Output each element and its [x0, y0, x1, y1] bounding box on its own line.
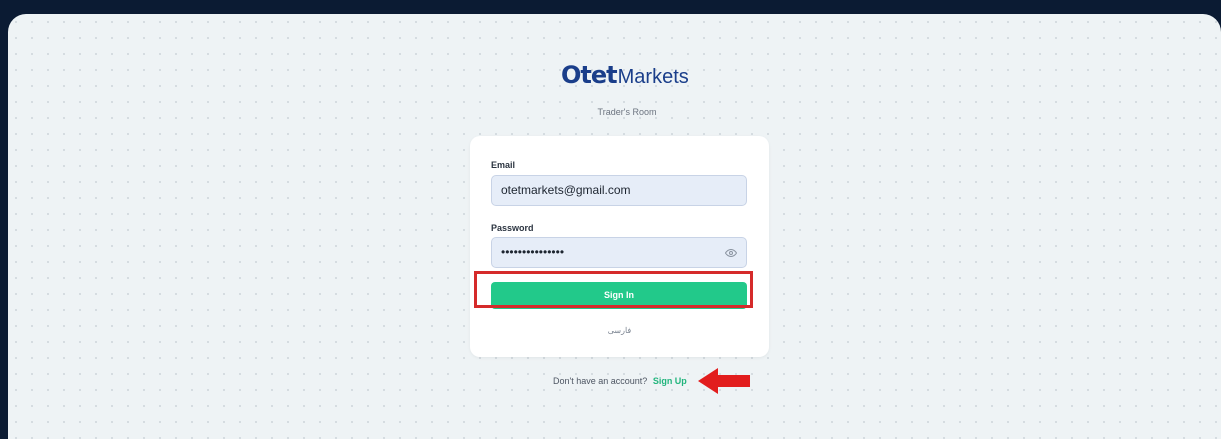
login-page: Otet Markets Trader's Room Email otetmar… — [8, 14, 1221, 439]
brand-mark: Otet — [561, 61, 618, 89]
signup-prompt: Don't have an account? Sign Up — [553, 376, 687, 386]
password-field[interactable]: ••••••••••••••• — [491, 237, 747, 268]
brand-name: Markets — [617, 66, 689, 88]
page-subtitle: Trader's Room — [597, 107, 657, 117]
sign-up-link[interactable]: Sign Up — [653, 376, 687, 386]
login-card: Email otetmarkets@gmail.com Password •••… — [470, 136, 769, 357]
password-value: ••••••••••••••• — [501, 245, 565, 259]
brand-logo: Otet Markets — [561, 61, 689, 89]
signup-prompt-text: Don't have an account? — [553, 376, 648, 386]
language-link[interactable]: فارسی — [470, 326, 769, 335]
email-label: Email — [491, 160, 516, 170]
eye-icon[interactable] — [725, 247, 737, 259]
password-label: Password — [491, 223, 534, 233]
email-field[interactable]: otetmarkets@gmail.com — [491, 175, 747, 206]
sign-in-highlight — [474, 271, 753, 308]
arrow-left-icon — [698, 368, 750, 394]
